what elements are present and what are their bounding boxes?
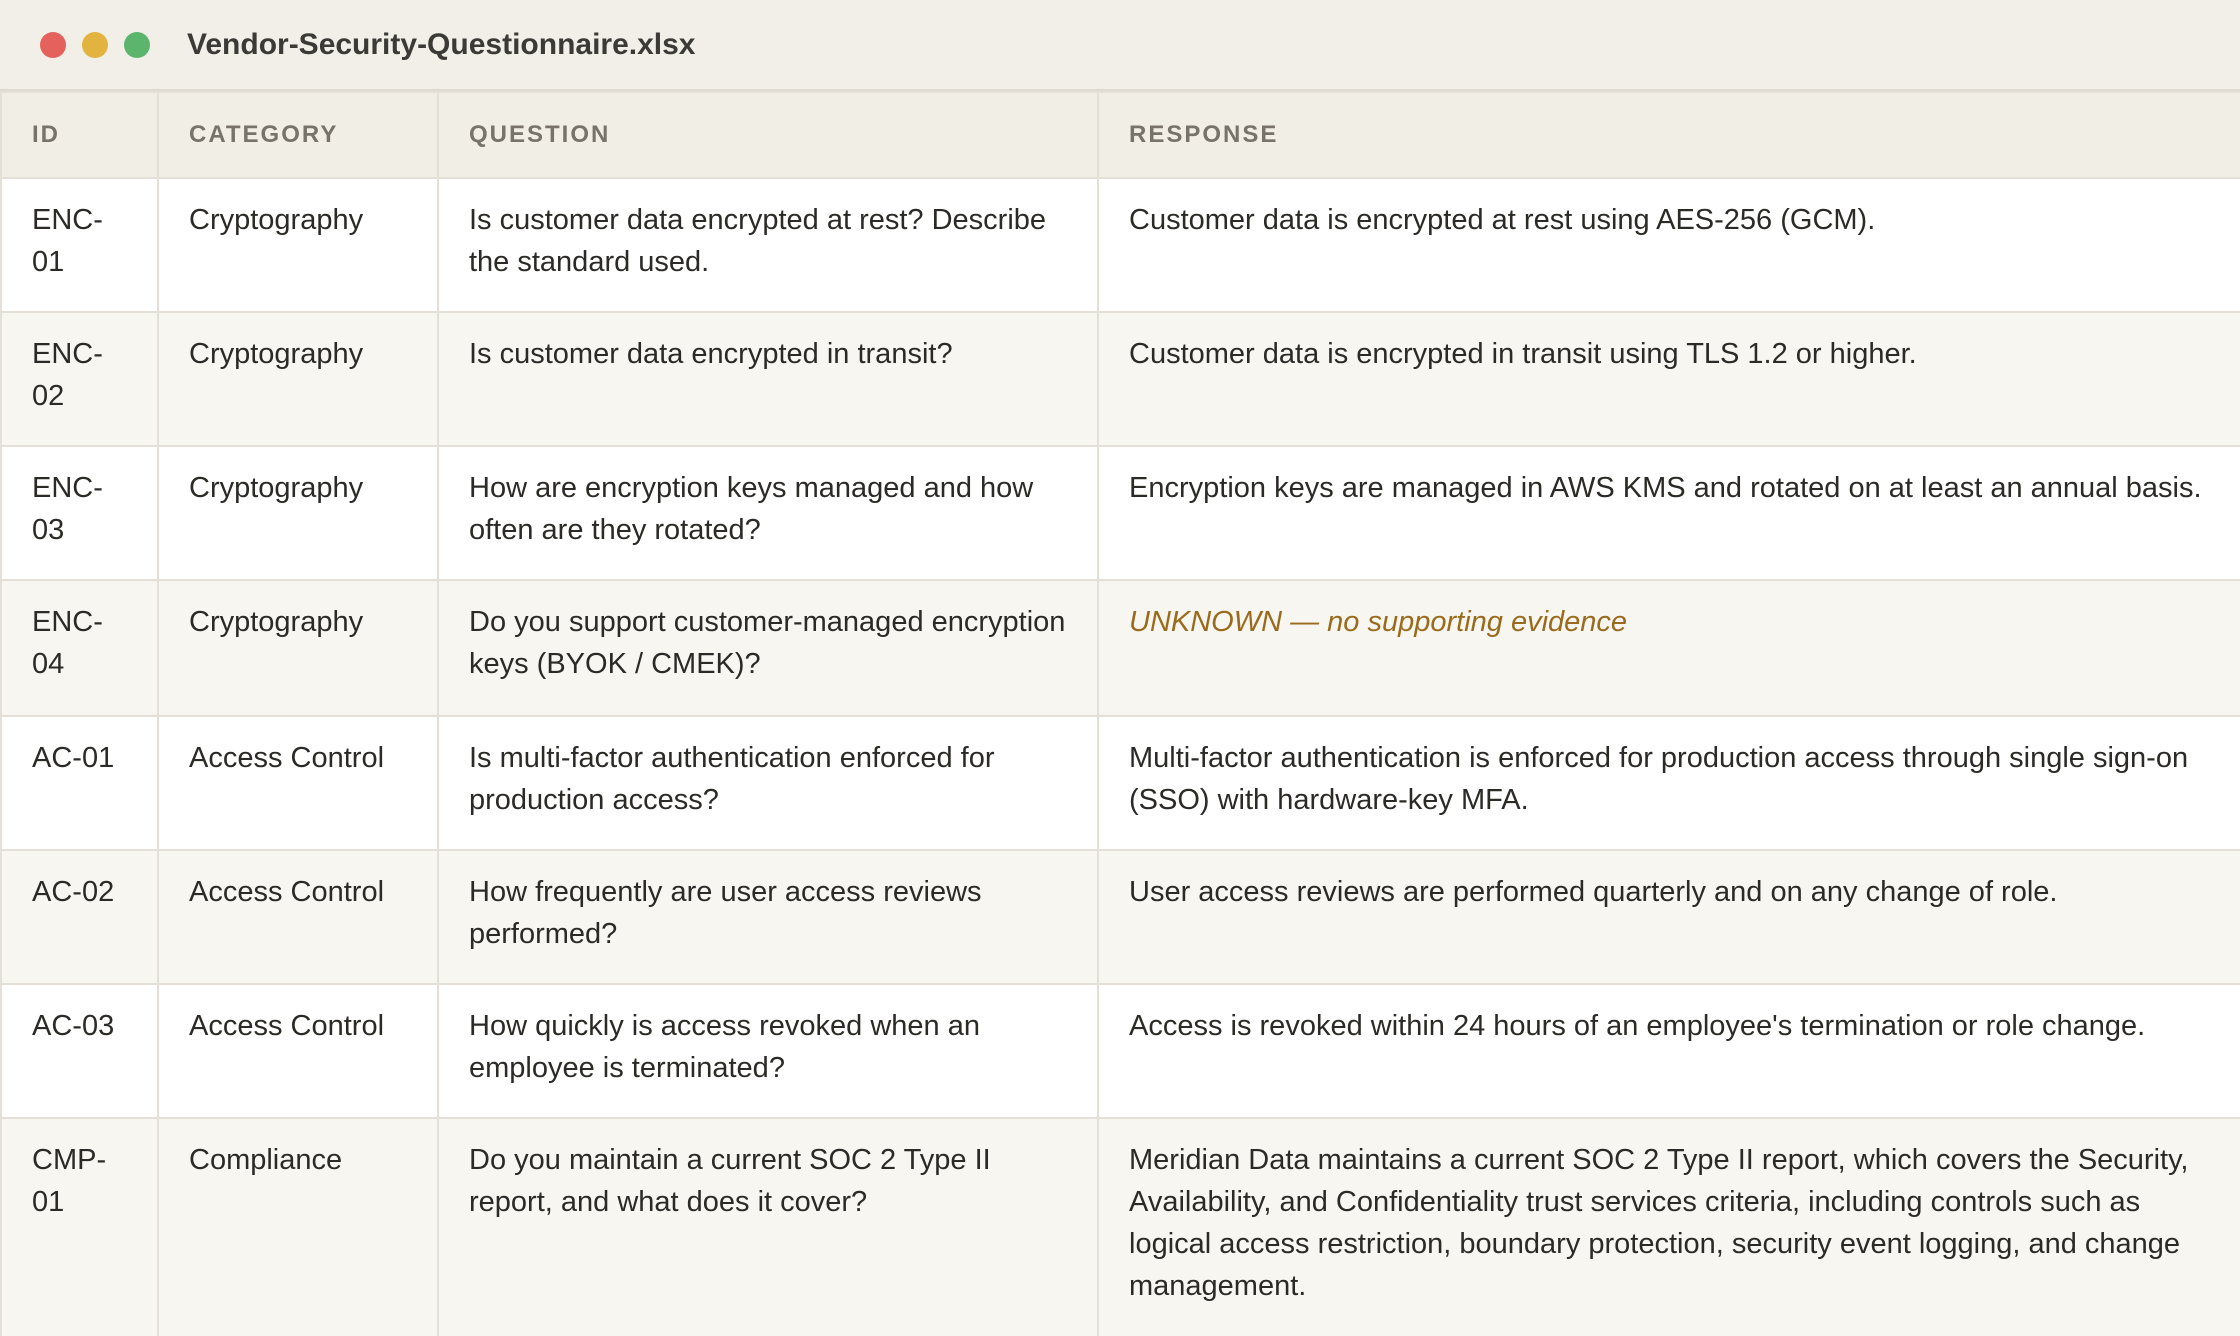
response-cell[interactable]: Multi-factor authentication is enforced … [1097, 715, 2240, 851]
category-cell[interactable]: Compliance [157, 1117, 439, 1336]
table-row: AC-02 Access Control How frequently are … [0, 849, 2240, 985]
column-header-category[interactable]: CATEGORY [157, 91, 439, 179]
question-cell[interactable]: How quickly is access revoked when an em… [437, 983, 1099, 1119]
category-cell[interactable]: Access Control [157, 983, 439, 1119]
id-cell[interactable]: ENC-03 [0, 445, 159, 581]
category-cell[interactable]: Cryptography [157, 311, 439, 447]
question-cell[interactable]: Do you maintain a current SOC 2 Type II … [437, 1117, 1099, 1336]
table-row: ENC-04 Cryptography Do you support custo… [0, 579, 2240, 717]
questionnaire-table: ID CATEGORY QUESTION RESPONSE ENC-01 Cry… [0, 91, 2240, 1336]
spreadsheet-window: Vendor-Security-Questionnaire.xlsx ID CA… [0, 0, 2240, 1336]
response-cell[interactable]: Customer data is encrypted at rest using… [1097, 177, 2240, 313]
table-row: AC-03 Access Control How quickly is acce… [0, 983, 2240, 1119]
window-title: Vendor-Security-Questionnaire.xlsx [187, 28, 696, 61]
id-cell[interactable]: AC-03 [0, 983, 159, 1119]
response-cell[interactable]: Customer data is encrypted in transit us… [1097, 311, 2240, 447]
category-cell[interactable]: Cryptography [157, 177, 439, 313]
id-cell[interactable]: ENC-04 [0, 579, 159, 717]
response-cell[interactable]: User access reviews are performed quarte… [1097, 849, 2240, 985]
header-row: ID CATEGORY QUESTION RESPONSE [0, 91, 2240, 179]
response-cell[interactable]: Meridian Data maintains a current SOC 2 … [1097, 1117, 2240, 1336]
column-header-response[interactable]: RESPONSE [1097, 91, 2240, 179]
questionnaire-table-container: ID CATEGORY QUESTION RESPONSE ENC-01 Cry… [0, 91, 2240, 1336]
column-header-id[interactable]: ID [0, 91, 159, 179]
response-cell-unknown[interactable]: UNKNOWN — no supporting evidence [1097, 579, 2240, 717]
response-cell[interactable]: Encryption keys are managed in AWS KMS a… [1097, 445, 2240, 581]
response-cell[interactable]: Access is revoked within 24 hours of an … [1097, 983, 2240, 1119]
question-cell[interactable]: How are encryption keys managed and how … [437, 445, 1099, 581]
question-cell[interactable]: Is customer data encrypted in transit? [437, 311, 1099, 447]
minimize-window-button[interactable] [82, 32, 108, 58]
question-cell[interactable]: Is customer data encrypted at rest? Desc… [437, 177, 1099, 313]
category-cell[interactable]: Access Control [157, 849, 439, 985]
title-bar[interactable]: Vendor-Security-Questionnaire.xlsx [0, 0, 2240, 91]
category-cell[interactable]: Access Control [157, 715, 439, 851]
table-row: CMP-01 Compliance Do you maintain a curr… [0, 1117, 2240, 1336]
category-cell[interactable]: Cryptography [157, 579, 439, 717]
id-cell[interactable]: ENC-01 [0, 177, 159, 313]
column-header-question[interactable]: QUESTION [437, 91, 1099, 179]
zoom-window-button[interactable] [124, 32, 150, 58]
table-row: AC-01 Access Control Is multi-factor aut… [0, 715, 2240, 851]
table-row: ENC-01 Cryptography Is customer data enc… [0, 177, 2240, 313]
id-cell[interactable]: ENC-02 [0, 311, 159, 447]
id-cell[interactable]: AC-02 [0, 849, 159, 985]
id-cell[interactable]: CMP-01 [0, 1117, 159, 1336]
table-row: ENC-03 Cryptography How are encryption k… [0, 445, 2240, 581]
question-cell[interactable]: Is multi-factor authentication enforced … [437, 715, 1099, 851]
question-cell[interactable]: How frequently are user access reviews p… [437, 849, 1099, 985]
category-cell[interactable]: Cryptography [157, 445, 439, 581]
close-window-button[interactable] [40, 32, 66, 58]
question-cell[interactable]: Do you support customer-managed encrypti… [437, 579, 1099, 717]
table-row: ENC-02 Cryptography Is customer data enc… [0, 311, 2240, 447]
id-cell[interactable]: AC-01 [0, 715, 159, 851]
